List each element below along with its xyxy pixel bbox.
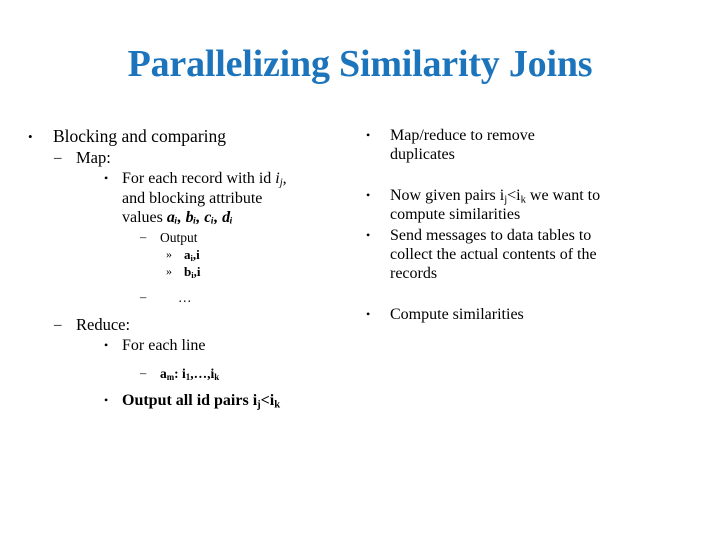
bullet-dash-icon: – bbox=[140, 229, 147, 244]
am-middle: ,…,i bbox=[190, 366, 215, 381]
list-item-label: Reduce: bbox=[76, 314, 131, 334]
record-text-prefix: For each record with id bbox=[122, 170, 276, 187]
given-pairs-line-2: compute similarities bbox=[390, 206, 521, 223]
bullet-dash-icon: – bbox=[140, 289, 147, 304]
list-item-label: Now given pairs ij<ik we want to compute… bbox=[390, 186, 696, 224]
list-item-for-each-record: • For each record with id ij, and blocki… bbox=[28, 169, 364, 228]
mapreduce-line-2: duplicates bbox=[390, 146, 455, 163]
list-item-label: Send messages to data tables to collect … bbox=[390, 226, 696, 283]
given-pairs-suffix: we want to bbox=[525, 187, 601, 204]
list-item-blocking-and-comparing: • Blocking and comparing bbox=[28, 126, 364, 147]
am-colon-i: : i bbox=[174, 366, 186, 381]
list-item-label: For each line bbox=[122, 336, 206, 354]
pair-a-tail: ,i bbox=[192, 246, 200, 262]
given-pairs-lt: <i bbox=[507, 187, 521, 204]
bullet-dot-icon: • bbox=[104, 337, 109, 352]
send-messages-line-1: Send messages to data tables to bbox=[390, 227, 592, 244]
list-item-am-list: – am: i1,…,ik bbox=[28, 365, 364, 382]
am-sub-k: k bbox=[214, 371, 220, 382]
bullet-dot-icon: • bbox=[366, 188, 371, 202]
bullet-dash-icon: – bbox=[140, 366, 147, 380]
bullet-dot-icon: • bbox=[366, 228, 371, 242]
record-id-var-comma: , bbox=[282, 170, 287, 187]
list-item-map-reduce-remove-duplicates: • Map/reduce to remove duplicates bbox=[366, 126, 696, 164]
list-item-label: … bbox=[178, 289, 192, 305]
mapreduce-line-1: Map/reduce to remove bbox=[390, 127, 535, 144]
list-item-output-a-i: » ai,i bbox=[28, 246, 364, 263]
bullet-chevron-icon: » bbox=[166, 263, 172, 278]
list-item-label: ai,i bbox=[184, 246, 364, 263]
given-pairs-prefix: Now given pairs i bbox=[390, 187, 505, 204]
bullet-chevron-icon: » bbox=[166, 246, 172, 261]
list-item-for-each-line: • For each line bbox=[28, 336, 364, 356]
list-item-label: Output all id pairs ij<ik bbox=[122, 391, 364, 411]
bullet-dash-icon: – bbox=[54, 150, 62, 166]
output-pairs-sub-k: k bbox=[274, 399, 281, 411]
output-pairs-prefix: Output all id pairs i bbox=[122, 392, 258, 409]
left-content-column: • Blocking and comparing – Map: • For ea… bbox=[28, 126, 364, 412]
list-item-now-given-pairs: • Now given pairs ij<ik we want to compu… bbox=[366, 186, 696, 224]
list-item-label: Blocking and comparing bbox=[53, 126, 227, 146]
list-item-label: Map/reduce to remove duplicates bbox=[390, 126, 696, 164]
list-item-ellipsis: – … bbox=[28, 289, 364, 306]
right-content-column: • Map/reduce to remove duplicates • Now … bbox=[366, 126, 696, 324]
list-item-output: – Output bbox=[28, 229, 364, 246]
bullet-dot-icon: • bbox=[28, 129, 33, 144]
bullet-dot-icon: • bbox=[104, 393, 109, 407]
output-pairs-lt: <i bbox=[260, 392, 275, 409]
send-messages-line-2: collect the actual contents of the bbox=[390, 246, 597, 263]
list-item-compute-similarities: • Compute similarities bbox=[366, 305, 696, 324]
list-item-label: Map: bbox=[76, 148, 111, 167]
list-item-label: am: i1,…,ik bbox=[160, 365, 364, 382]
list-item-map: – Map: bbox=[28, 148, 364, 168]
values-text-prefix: values bbox=[122, 209, 167, 226]
values-expression: aᵢ, bᵢ, cᵢ, dᵢ bbox=[166, 209, 233, 226]
record-id-variable: ij, bbox=[275, 170, 287, 188]
am-letter: a bbox=[160, 366, 167, 381]
bullet-dash-icon: – bbox=[54, 316, 62, 333]
list-item-label: Compute similarities bbox=[390, 306, 524, 323]
slide-canvas: Parallelizing Similarity Joins • Blockin… bbox=[0, 0, 720, 540]
pair-b-tail: ,i bbox=[193, 263, 201, 279]
bullet-dot-icon: • bbox=[366, 307, 371, 321]
list-item-label: bi,i bbox=[184, 263, 364, 280]
send-messages-line-3: records bbox=[390, 265, 438, 282]
blocking-attribute-text: and blocking attribute bbox=[122, 189, 263, 207]
bullet-dot-icon: • bbox=[366, 128, 371, 142]
list-item-send-messages: • Send messages to data tables to collec… bbox=[366, 226, 696, 283]
list-item-output-b-i: » bi,i bbox=[28, 263, 364, 280]
list-item-output-all-id-pairs: • Output all id pairs ij<ik bbox=[28, 391, 364, 411]
list-item-reduce: – Reduce: bbox=[28, 315, 364, 335]
list-item-label: For each record with id ij, and blocking… bbox=[122, 169, 364, 228]
list-item-label: Output bbox=[160, 229, 198, 245]
bullet-dot-icon: • bbox=[104, 171, 109, 185]
page-title: Parallelizing Similarity Joins bbox=[127, 43, 593, 85]
